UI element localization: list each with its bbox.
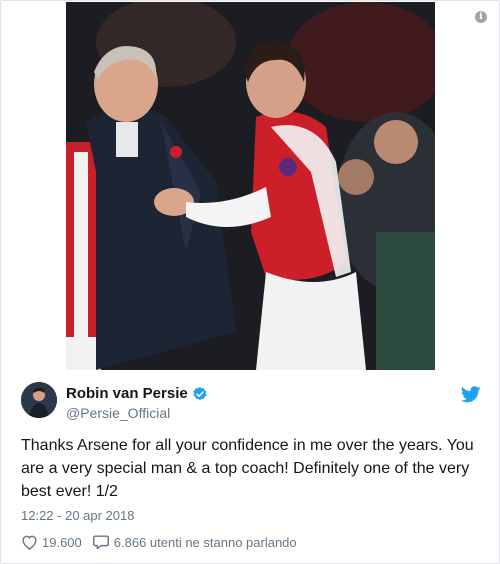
tweet-text: Thanks Arsene for all your confidence in… [21,437,474,500]
reply-action[interactable]: 6.866 utenti ne stanno parlando [92,534,297,550]
like-count: 19.600 [42,534,82,550]
info-icon[interactable]: i [475,11,487,23]
heart-icon [22,535,37,550]
name-row: Robin van Persie [66,385,208,402]
verified-badge-icon [192,386,207,400]
tweet-timestamp[interactable]: 12:22 - 20 apr 2018 [21,508,134,523]
photo-illustration [66,2,435,370]
like-action[interactable]: 19.600 [21,534,82,550]
avatar-image [21,382,57,418]
speech-bubble-icon [92,535,109,550]
twitter-bird-icon[interactable] [461,386,481,403]
conversation-count: 6.866 utenti ne stanno parlando [113,534,297,550]
tweet-photo[interactable] [66,2,435,370]
tweet-actions: 19.600 6.866 utenti ne stanno parlando [21,534,307,550]
tweet-card: i Robin van Persie @Persie_Official Than… [0,0,500,564]
author-handle[interactable]: @Persie_Official [66,405,170,421]
tweet-header: Robin van Persie @Persie_Official [21,382,481,426]
avatar[interactable] [21,382,57,418]
author-name[interactable]: Robin van Persie [66,385,188,402]
